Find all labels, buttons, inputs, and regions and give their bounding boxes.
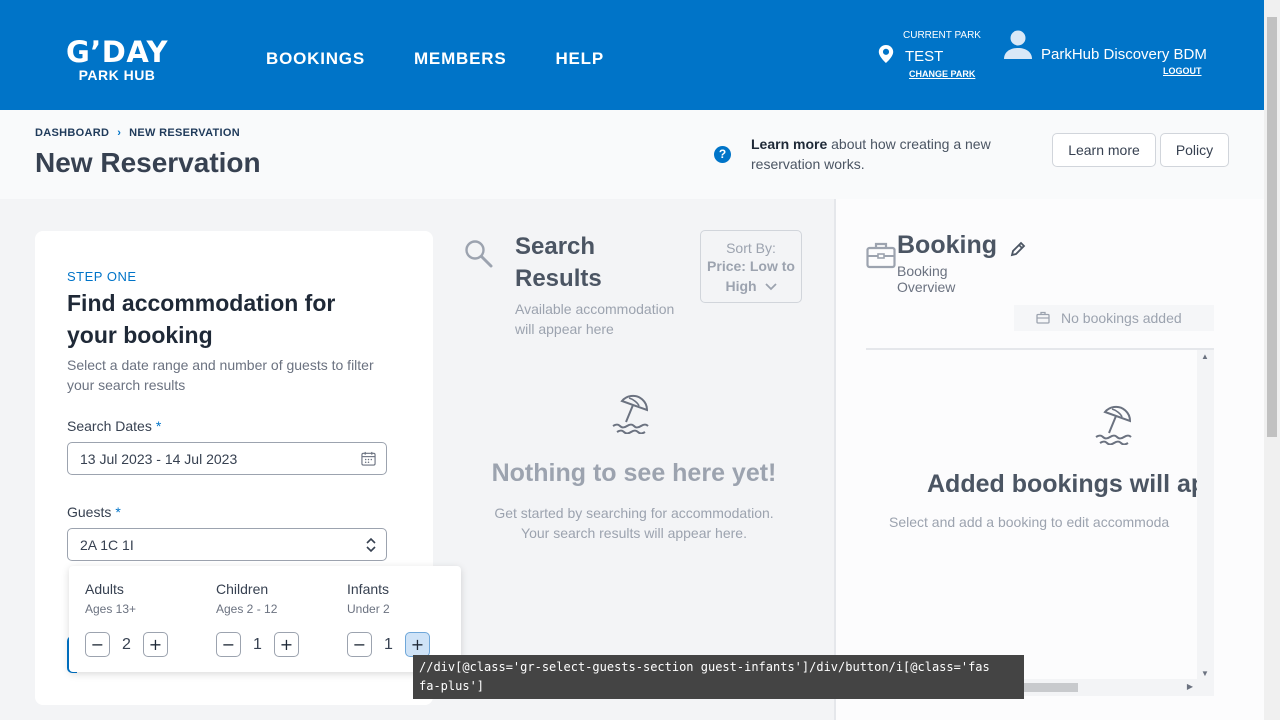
breadcrumb-new-reservation: NEW RESERVATION [129,127,241,139]
horizontal-scroll-thumb[interactable] [1016,683,1078,692]
guests-label-text: Guests [67,504,112,520]
search-dates-value: 13 Jul 2023 - 14 Jul 2023 [80,451,238,467]
children-minus-button[interactable]: − [216,632,241,657]
adults-label: Adults [85,581,124,597]
breadcrumb-dashboard[interactable]: DASHBOARD [35,127,109,139]
learn-more-text: Learn more about how creating a new rese… [751,134,1041,174]
guest-adults-section: Adults Ages 13+ [85,581,136,616]
empty-state-desc: Get started by searching for accommodati… [494,505,774,541]
children-plus-button[interactable]: + [274,632,299,657]
panel-vertical-scrollbar[interactable]: ▲ ▼ [1197,350,1214,680]
user-name: ParkHub Discovery BDM [1041,46,1207,63]
logo-main: G’DAY [65,35,169,69]
scroll-down-arrow-icon[interactable]: ▼ [1201,669,1209,678]
beach-umbrella-icon [612,394,649,434]
booking-subtitle: Booking Overview [897,263,956,295]
added-bookings-panel: Added bookings will ap Select and add a … [866,348,1214,696]
search-results-title: Search Results [515,233,602,292]
guest-selector-popover: Adults Ages 13+ − 2 + Children Ages 2 - … [69,566,461,672]
adults-plus-button[interactable]: + [143,632,168,657]
breadcrumb-separator: › [117,127,122,139]
children-sub: Ages 2 - 12 [216,602,278,616]
no-bookings-text: No bookings added [1061,310,1182,326]
top-navbar: G’DAY PARK HUB BOOKINGS MEMBERS HELP CUR… [0,0,1264,110]
search-results-subtitle: Available accommodation will appear here [515,301,675,337]
adults-count: 2 [122,635,131,653]
beach-umbrella-icon [1095,405,1132,445]
required-mark: * [115,504,121,520]
no-bookings-badge: No bookings added [1014,305,1214,331]
search-dates-label: Search Dates * [67,418,161,434]
infants-sub: Under 2 [347,602,390,616]
chevron-up-down-icon [366,537,376,553]
booking-column: Booking Booking Overview No bookings add… [834,199,1264,720]
logout-link[interactable]: LOGOUT [1163,66,1202,76]
pencil-icon[interactable] [1010,241,1026,257]
adults-stepper: − 2 + [85,632,168,657]
xpath-tooltip: //div[@class='gr-select-guests-section g… [413,655,1024,699]
search-icon [465,240,493,268]
nav-bookings[interactable]: BOOKINGS [266,49,365,69]
page-header: DASHBOARD › NEW RESERVATION New Reservat… [0,110,1264,199]
page-title: New Reservation [35,147,261,178]
sort-by-value: Price: Low to High [701,256,801,296]
infants-stepper: − 1 + [347,632,430,657]
current-park-name: TEST [905,48,944,65]
infants-label: Infants [347,581,390,597]
learn-more-bold: Learn more [751,136,828,152]
main-nav: BOOKINGS MEMBERS HELP [266,49,604,69]
required-mark: * [155,418,162,434]
guest-infants-section: Infants Under 2 [347,581,390,616]
calendar-icon [361,451,376,466]
scroll-up-arrow-icon[interactable]: ▲ [1201,352,1209,361]
question-circle-icon: ? [714,146,731,163]
guest-children-section: Children Ages 2 - 12 [216,581,277,616]
step-label: STEP ONE [67,269,137,284]
briefcase-icon [866,242,896,269]
infants-count: 1 [384,635,393,653]
guests-label: Guests * [67,504,121,520]
children-label: Children [216,581,269,597]
chevron-down-icon [764,283,777,291]
user-avatar-icon[interactable] [1002,28,1034,60]
booking-title: Booking [897,231,997,259]
window-scrollbar[interactable] [1264,0,1280,720]
adults-minus-button[interactable]: − [85,632,110,657]
children-stepper: − 1 + [216,632,299,657]
guests-select-value: 2A 1C 1I [80,537,134,553]
empty-state-title: Nothing to see here yet! [491,459,777,487]
briefcase-icon [1036,311,1050,324]
nav-help[interactable]: HELP [555,49,604,69]
window-scroll-thumb[interactable] [1267,17,1277,437]
added-bookings-title: Added bookings will ap [927,470,1207,498]
find-accommodation-title: Find accommodation for your booking [67,290,336,348]
change-park-link[interactable]: CHANGE PARK [909,69,975,79]
map-pin-icon [878,45,894,63]
guests-select[interactable]: 2A 1C 1I [67,528,387,561]
sort-by-value-text: Price: Low to High [707,258,795,294]
nav-members[interactable]: MEMBERS [414,49,507,69]
current-park-label: CURRENT PARK [903,30,981,41]
scroll-right-arrow-icon[interactable]: ▶ [1187,682,1193,691]
sort-by-dropdown[interactable]: Sort By: Price: Low to High [700,230,802,303]
search-dates-input[interactable]: 13 Jul 2023 - 14 Jul 2023 [67,442,387,475]
policy-button[interactable]: Policy [1160,133,1229,167]
children-count: 1 [253,635,262,653]
infants-plus-button[interactable]: + [405,632,430,657]
adults-sub: Ages 13+ [85,602,137,616]
logo-sub: PARK HUB [78,67,156,83]
infants-minus-button[interactable]: − [347,632,372,657]
search-dates-label-text: Search Dates [67,418,152,434]
gday-logo[interactable]: G’DAY PARK HUB [62,36,172,83]
find-accommodation-desc: Select a date range and number of guests… [67,357,374,393]
breadcrumb: DASHBOARD › NEW RESERVATION [35,127,240,139]
added-bookings-desc: Select and add a booking to edit accommo… [889,514,1170,530]
sort-by-label: Sort By: [726,240,776,256]
search-results-column: Search Results Available accommodation w… [434,199,834,720]
learn-more-button[interactable]: Learn more [1052,133,1156,167]
